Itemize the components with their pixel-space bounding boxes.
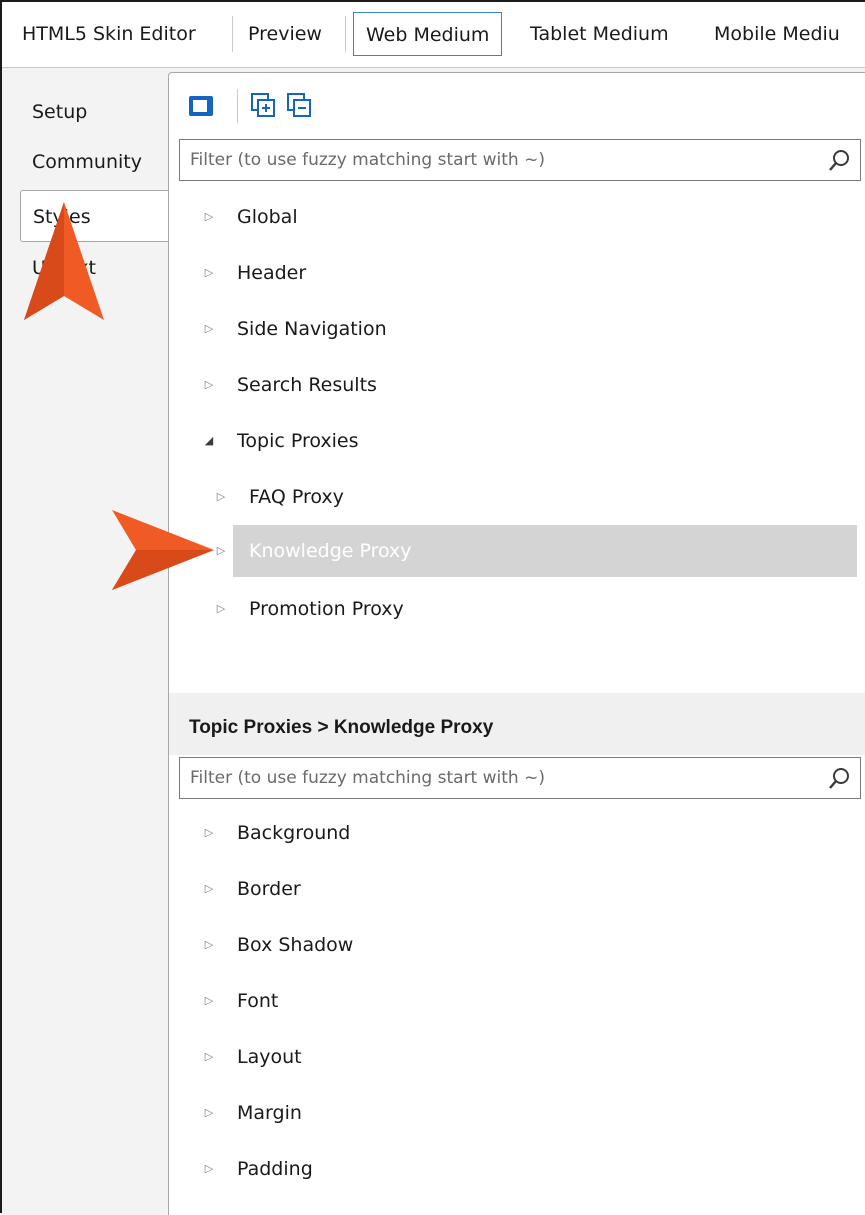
selector-filter [179,139,861,181]
side-tab-community[interactable]: Community [20,136,170,188]
styles-panel: ▷ Global ▷ Header ▷ Side Navigation ▷ Se… [168,72,865,1215]
toolbar-separator [237,89,238,123]
top-tab-strip: HTML5 Skin Editor Preview Web Medium Tab… [2,2,865,68]
expand-arrow-icon[interactable]: ▷ [199,1145,219,1193]
search-icon[interactable] [828,766,852,790]
callout-arrow-up-icon [24,202,104,320]
styles-toolbar [187,89,387,123]
expand-arrow-icon[interactable]: ▷ [211,585,231,633]
property-group-margin[interactable]: ▷ Margin [199,1089,599,1137]
property-group-border[interactable]: ▷ Border [199,865,599,913]
property-group-layout[interactable]: ▷ Layout [199,1033,599,1081]
callout-arrow-right-icon [112,510,214,590]
tab-html5-skin-editor[interactable]: HTML5 Skin Editor [10,12,208,56]
expand-arrow-icon[interactable]: ▷ [199,249,219,297]
editor-window: HTML5 Skin Editor Preview Web Medium Tab… [0,0,865,1215]
tree-item-promotion-proxy[interactable]: ▷ Promotion Proxy [211,585,611,633]
expand-arrow-icon[interactable]: ▷ [199,865,219,913]
expand-arrow-icon[interactable]: ▷ [199,193,219,241]
tree-item-topic-proxies[interactable]: ◢ Topic Proxies [199,417,599,465]
tab-web-medium[interactable]: Web Medium [353,12,503,56]
collapse-all-icon[interactable] [285,91,315,121]
expand-arrow-icon[interactable]: ▷ [199,977,219,1025]
tree-item-header[interactable]: ▷ Header [199,249,599,297]
search-icon[interactable] [828,148,852,172]
tree-item-search-results[interactable]: ▷ Search Results [199,361,599,409]
selector-filter-input[interactable] [180,140,820,180]
property-path-title: Topic Proxies > Knowledge Proxy [189,717,494,738]
property-filter [179,757,861,799]
expand-arrow-icon[interactable]: ▷ [199,809,219,857]
toggle-panel-icon[interactable] [187,91,217,121]
tree-item-knowledge-proxy[interactable]: ▷ Knowledge Proxy [203,525,863,577]
side-tab-setup[interactable]: Setup [20,86,170,138]
expand-arrow-icon[interactable]: ▷ [199,1033,219,1081]
property-group-background[interactable]: ▷ Background [199,809,599,857]
collapse-arrow-icon[interactable]: ◢ [199,417,219,465]
tab-tablet-medium[interactable]: Tablet Medium [518,12,681,56]
expand-all-icon[interactable] [249,91,279,121]
expand-arrow-icon[interactable]: ▷ [199,1089,219,1137]
expand-arrow-icon[interactable]: ▷ [199,305,219,353]
expand-arrow-icon[interactable]: ▷ [199,361,219,409]
tab-preview[interactable]: Preview [236,12,334,56]
property-group-padding[interactable]: ▷ Padding [199,1145,599,1193]
tab-mobile-medium[interactable]: Mobile Mediu [702,12,852,56]
tab-separator [232,16,233,52]
property-filter-input[interactable] [180,758,820,798]
tab-separator [345,16,346,52]
tree-item-faq-proxy[interactable]: ▷ FAQ Proxy [211,473,611,521]
property-group-box-shadow[interactable]: ▷ Box Shadow [199,921,599,969]
expand-arrow-icon[interactable]: ▷ [199,921,219,969]
tree-item-global[interactable]: ▷ Global [199,193,599,241]
property-group-font[interactable]: ▷ Font [199,977,599,1025]
tree-item-side-navigation[interactable]: ▷ Side Navigation [199,305,599,353]
